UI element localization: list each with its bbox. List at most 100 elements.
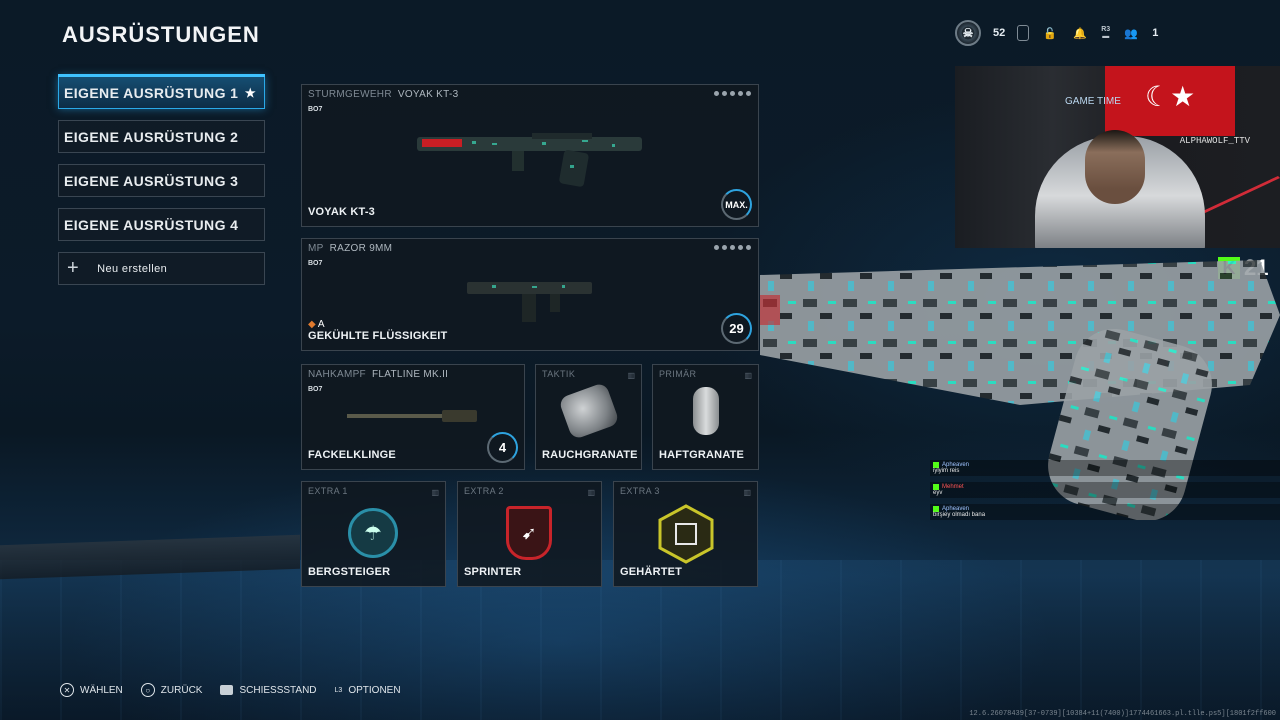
loadout-4-button[interactable]: EIGENE AUSRÜSTUNG 4 — [58, 208, 265, 241]
loadout-3-label: EIGENE AUSRÜSTUNG 3 — [64, 172, 239, 189]
primary-level-badge: MAX. — [721, 189, 752, 220]
chat-text: eyv — [933, 490, 943, 496]
lethal-card[interactable]: PRIMÄR ▥ HAFTGRANATE — [652, 364, 759, 470]
attachment-dots — [714, 91, 751, 96]
chat-user: Mehmet — [942, 484, 964, 490]
perk-3-name: GEHÄRTET — [620, 566, 683, 578]
perk-2-name: SPRINTER — [464, 566, 522, 578]
secondary-category: MP — [308, 243, 324, 254]
tactical-name: RAUCHGRANATE — [542, 449, 638, 461]
loadout-4-label: EIGENE AUSRÜSTUNG 4 — [64, 216, 239, 233]
game-time-sign: GAME TIME — [1065, 96, 1121, 107]
loadout-2-button[interactable]: EIGENE AUSRÜSTUNG 2 — [58, 120, 265, 153]
boot-icon: ➹ — [506, 506, 552, 560]
options-prompt[interactable]: L3 OPTIONEN — [335, 683, 401, 697]
cross-button-icon: ✕ — [60, 683, 74, 697]
perk-2-card[interactable]: EXTRA 2 ▥ ➹ SPRINTER — [457, 481, 602, 587]
semtex-grenade-image — [693, 387, 719, 435]
melee-level-badge: 4 — [487, 432, 518, 463]
secondary-header: MP RAZOR 9MM — [308, 243, 392, 254]
melee-code: BO7 — [308, 386, 323, 393]
party-icon[interactable]: 👥 — [1122, 24, 1140, 42]
lethal-category: PRIMÄR — [659, 369, 697, 379]
back-prompt[interactable]: ○ ZURÜCK — [140, 683, 203, 697]
flag-image — [1105, 66, 1235, 136]
perk-3-slot: EXTRA 3 — [620, 486, 660, 496]
firing-range-label: SCHIESSSTAND — [239, 684, 317, 696]
r3-label: R3 — [1101, 26, 1111, 33]
chat-message: Apheaven iyiyim reis — [930, 460, 1280, 476]
chat-message: Apheaven birşiey olmadı bana — [930, 504, 1280, 520]
grid-icon: ▥ — [431, 488, 439, 497]
melee-camo-name: FACKELKLINGE — [308, 449, 396, 461]
camo-rank-icon: ◆ A — [308, 319, 325, 330]
secondary-level-badge: 29 — [721, 313, 752, 344]
perk-3-card[interactable]: EXTRA 3 ▥ GEHÄRTET — [613, 481, 758, 587]
select-prompt[interactable]: ✕ WÄHLEN — [60, 683, 123, 697]
loadout-1-button[interactable]: EIGENE AUSRÜSTUNG 1 ★ — [58, 74, 265, 109]
touchpad-button-icon — [220, 685, 234, 695]
favorite-star-icon: ★ — [244, 85, 256, 100]
tactical-card[interactable]: TAKTIK ▥ RAUCHGRANATE — [535, 364, 642, 470]
secondary-weapon-card[interactable]: MP RAZOR 9MM BO7 ◆ A GEKÜHLTE FLÜSSIGKEIT… — [301, 238, 759, 351]
primary-camo-name: VOYAK KT-3 — [308, 206, 376, 218]
streamer-head — [1085, 130, 1145, 204]
perk-2-slot: EXTRA 2 — [464, 486, 504, 496]
hardened-icon — [658, 504, 714, 564]
grid-icon: ▥ — [627, 371, 635, 380]
melee-weapon-name: FLATLINE MK.II — [371, 369, 449, 380]
smoke-grenade-image — [557, 381, 621, 441]
loadout-1-label: EIGENE AUSRÜSTUNG 1 — [64, 84, 239, 101]
tactical-category: TAKTIK — [542, 369, 576, 379]
top-status-bar: ☠ 52 🔓 🔔 R3 ▬ 👥 1 — [955, 18, 1158, 48]
loadout-3-button[interactable]: EIGENE AUSRÜSTUNG 3 — [58, 164, 265, 197]
perk-1-slot: EXTRA 1 — [308, 486, 348, 496]
battery-icon — [1017, 25, 1030, 41]
button-prompts: ✕ WÄHLEN ○ ZURÜCK SCHIESSSTAND L3 OPTION… — [60, 683, 401, 697]
streamer-handle: ALPHAWOLF_TTV — [1179, 136, 1250, 146]
assault-rifle-image — [417, 133, 642, 187]
chat-text: iyiyim reis — [933, 468, 960, 474]
chat-text: birşiey olmadı bana — [933, 512, 986, 518]
grid-icon: ▥ — [587, 488, 595, 497]
chat-message: Mehmet eyv — [930, 482, 1280, 498]
streamer-webcam: GAME TIME ALPHAWOLF_TTV — [955, 66, 1280, 248]
primary-weapon-name: VOYAK KT-3 — [397, 89, 459, 100]
loadout-2-label: EIGENE AUSRÜSTUNG 2 — [64, 128, 239, 145]
melee-header: NAHKAMPF FLATLINE MK.II — [308, 369, 448, 380]
party-count: 1 — [1152, 27, 1159, 39]
attachment-dots — [714, 245, 751, 250]
firing-range-prompt[interactable]: SCHIESSSTAND — [220, 684, 317, 696]
secondary-camo-name: GEKÜHLTE FLÜSSIGKEIT — [308, 330, 448, 342]
primary-category: STURMGEWEHR — [308, 89, 392, 100]
l3-button-icon: L3 — [334, 686, 343, 694]
primary-header: STURMGEWEHR VOYAK KT-3 — [308, 89, 458, 100]
lock-icon: 🔓 — [1043, 27, 1058, 40]
parachute-icon: ☂ — [348, 508, 398, 558]
new-loadout-label: Neu erstellen — [97, 262, 168, 275]
loadout-list: EIGENE AUSRÜSTUNG 1 ★ EIGENE AUSRÜSTUNG … — [58, 74, 265, 296]
secondary-code: BO7 — [308, 260, 323, 267]
melee-weapon-image — [347, 410, 477, 422]
primary-code: BO7 — [308, 106, 323, 113]
player-emblem-icon[interactable]: ☠ — [955, 20, 981, 46]
options-label: OPTIONEN — [348, 684, 401, 696]
melee-card[interactable]: NAHKAMPF FLATLINE MK.II BO7 FACKELKLINGE … — [301, 364, 525, 470]
select-label: WÄHLEN — [80, 684, 123, 696]
r3-button[interactable]: R3 ▬ — [1101, 26, 1110, 40]
stream-chat: Apheaven iyiyim reis Mehmet eyv Apheaven… — [930, 460, 1280, 526]
primary-weapon-card[interactable]: STURMGEWEHR VOYAK KT-3 BO7 VOYAK KT-3 MAX… — [301, 84, 759, 227]
page-title: AUSRÜSTUNGEN — [62, 22, 260, 47]
new-loadout-button[interactable]: + Neu erstellen — [58, 252, 265, 285]
grid-icon: ▥ — [743, 488, 751, 497]
back-label: ZURÜCK — [160, 684, 203, 696]
player-rank: 52 — [993, 27, 1006, 39]
secondary-weapon-name: RAZOR 9MM — [329, 243, 393, 254]
perk-1-card[interactable]: EXTRA 1 ▥ ☂ BERGSTEIGER — [301, 481, 446, 587]
circle-button-icon: ○ — [140, 683, 155, 697]
bell-icon[interactable]: 🔔 — [1071, 24, 1089, 42]
grid-icon: ▥ — [744, 371, 752, 380]
lethal-name: HAFTGRANATE — [659, 449, 745, 461]
build-info: 12.6.26078439[37-0739][10384+11(7400)]17… — [969, 710, 1276, 718]
melee-category: NAHKAMPF — [308, 369, 366, 380]
